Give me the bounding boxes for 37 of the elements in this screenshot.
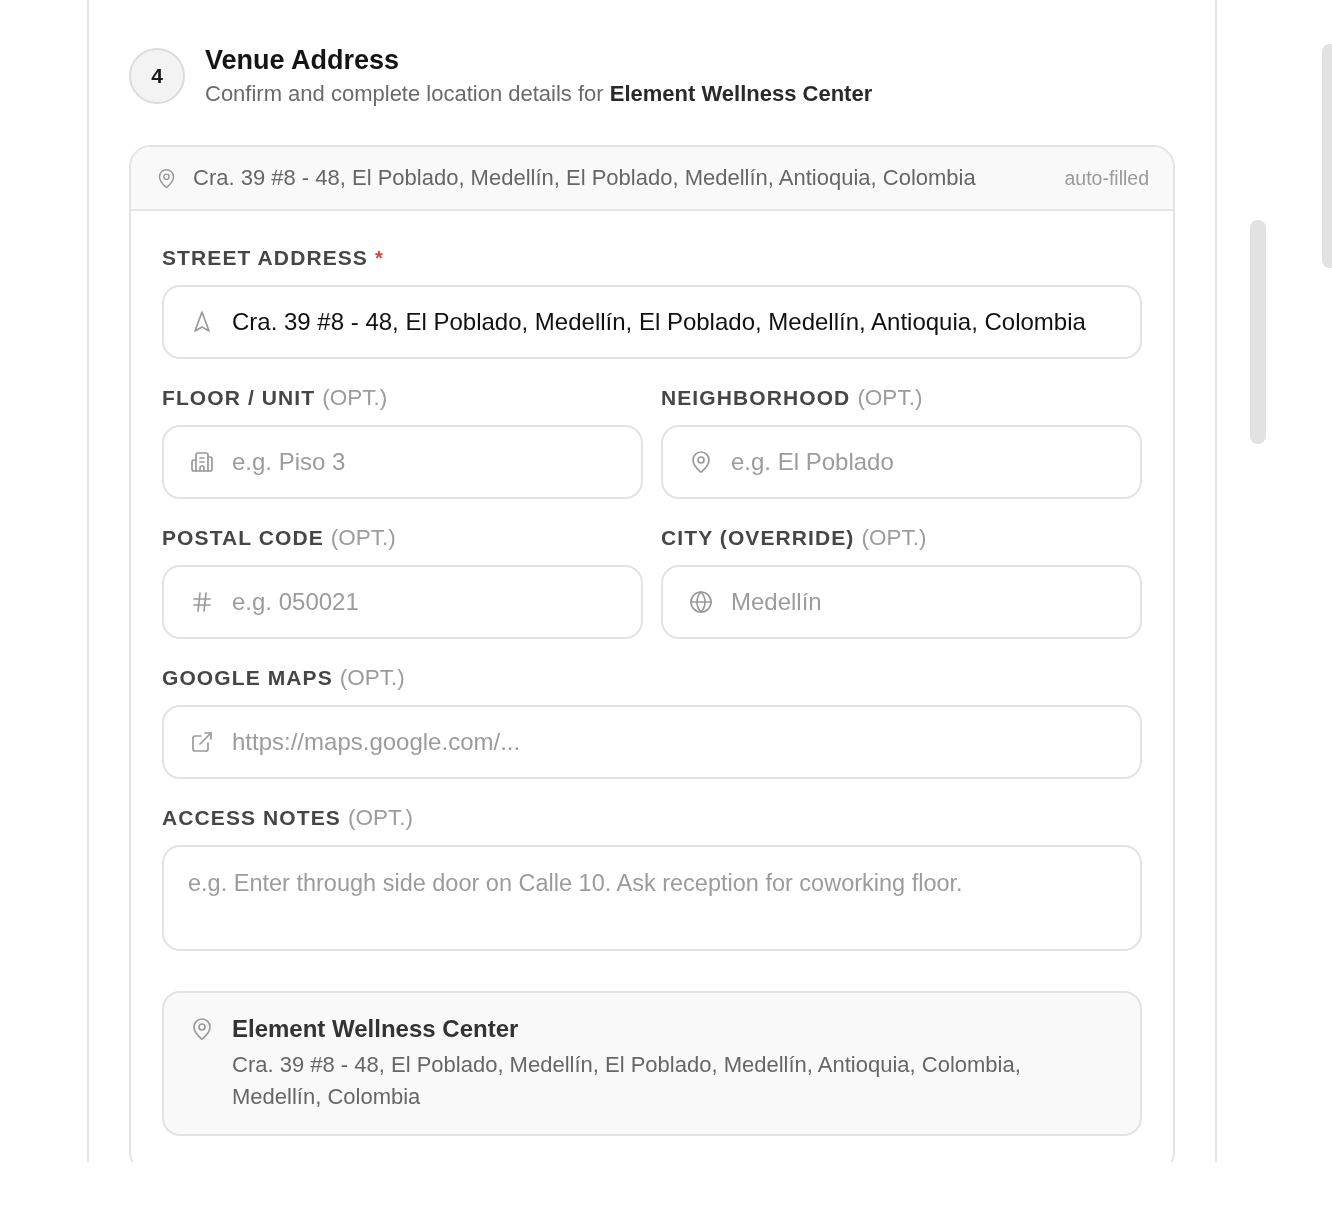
field-label: STREET ADDRESS: [162, 246, 368, 270]
field-label: CITY (OVERRIDE): [661, 526, 855, 550]
field-label: FLOOR / UNIT: [162, 386, 316, 410]
hash-icon: [190, 590, 214, 614]
autofill-status-text: auto-filled: [1064, 166, 1149, 190]
section-subtitle: Confirm and complete location details for Element Wellness Center: [205, 80, 873, 108]
optional-tag: (OPT.): [330, 526, 396, 550]
notes-field[interactable]: e.g. Enter through side door on Calle 10. Ask reception for coworking floor.: [162, 845, 1142, 951]
input-field[interactable]: Cra. 39 #8 - 48, El Poblado, Medellín, El Poblado, Medellín, Antioquia, Colombia: [162, 285, 1142, 359]
input-field[interactable]: e.g. 050021: [162, 565, 643, 639]
optional-tag: (OPT.): [322, 386, 388, 410]
input-field[interactable]: e.g. El Poblado: [661, 425, 1142, 499]
input-field[interactable]: e.g. Piso 3: [162, 425, 643, 499]
field-label: POSTAL CODE: [162, 526, 324, 550]
section-title: Venue Address: [205, 45, 401, 75]
building-icon: [190, 450, 214, 474]
input-field[interactable]: https://maps.google.com/...: [162, 705, 1142, 779]
external-link-icon: [190, 730, 214, 754]
map-pin-icon: [689, 450, 713, 474]
venue-address: Cra. 39 #8 - 48, El Poblado, Medellín, El Poblado, Medellín, Antioquia, Colombia, Medellín, Colombia: [232, 1051, 1022, 1111]
scrollbar-thumb[interactable]: [1250, 220, 1266, 444]
optional-tag: (OPT.): [347, 806, 413, 830]
field-label: ACCESS NOTES: [162, 806, 341, 830]
map-pin-icon: [190, 1017, 214, 1041]
scrollbar-thumb[interactable]: [1322, 44, 1332, 268]
field-label: GOOGLE MAPS: [162, 666, 333, 690]
autofill-address: Cra. 39 #8 - 48, El Poblado, Medellín, El Poblado, Medellín, Antioquia, Colombia: [193, 165, 977, 191]
map-pin-icon: [156, 167, 177, 189]
globe-icon: [689, 590, 713, 614]
optional-tag: (OPT.): [861, 526, 927, 550]
optional-tag: (OPT.): [857, 386, 923, 410]
step-number: 4: [129, 48, 185, 104]
venue-name: Element Wellness Center: [232, 1015, 520, 1043]
input-field[interactable]: Medellín: [661, 565, 1142, 639]
field-label: NEIGHBORHOOD: [661, 386, 851, 410]
optional-tag: (OPT.): [339, 666, 405, 690]
required-mark: *: [375, 246, 383, 270]
